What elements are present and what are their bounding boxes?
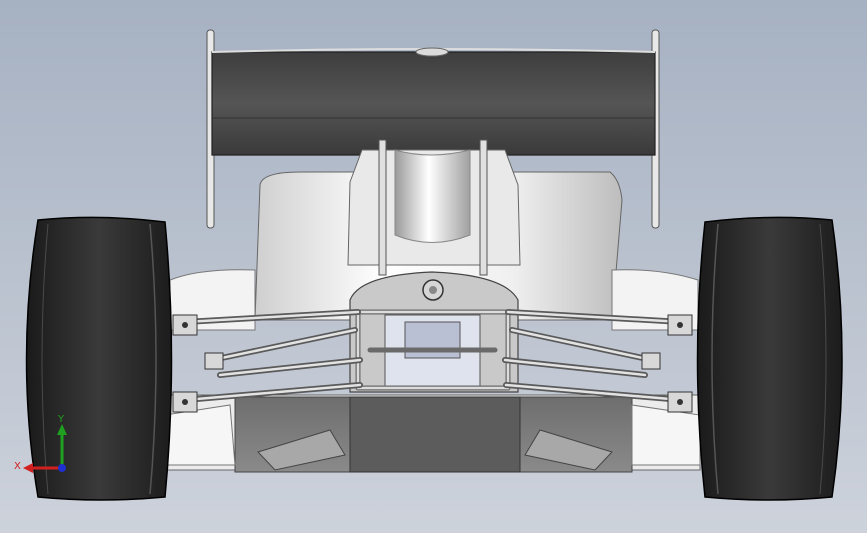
wing-pillar-right (479, 139, 488, 276)
coordinate-triad: Y X (14, 414, 67, 473)
triad-x-arrow (23, 463, 33, 473)
floor-diffuser (164, 394, 701, 473)
triad-y-label: Y (57, 414, 65, 425)
rear-frame (349, 271, 519, 393)
car-model-render (0, 0, 867, 533)
graphics-viewport[interactable]: Y X (0, 0, 867, 533)
triad-x-label: X (14, 461, 21, 472)
tire-right (696, 216, 843, 501)
triad-y-arrow (57, 424, 67, 435)
triad-z-axis (58, 464, 66, 472)
wing-pillar-left (378, 139, 387, 276)
